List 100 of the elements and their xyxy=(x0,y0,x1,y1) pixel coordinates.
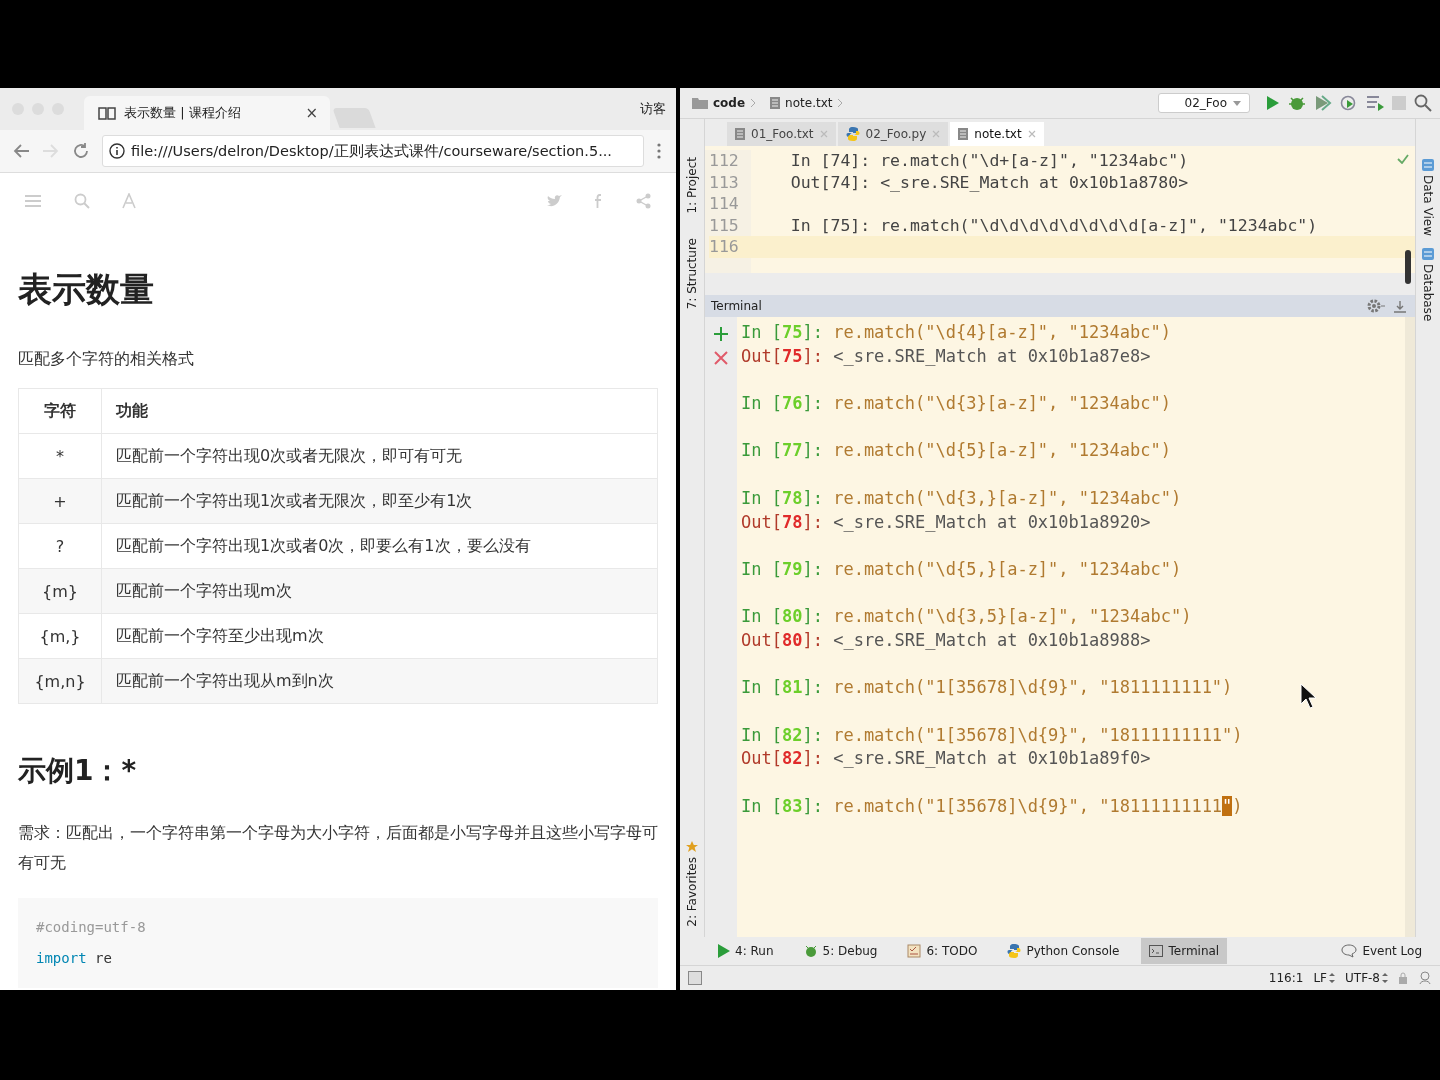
layout-icon[interactable] xyxy=(688,971,702,985)
list-run-icon[interactable] xyxy=(1366,95,1384,111)
run-icon[interactable] xyxy=(1266,95,1280,111)
table-cell: 匹配前一个字符出现从m到n次 xyxy=(101,658,658,704)
database-icon xyxy=(1422,247,1434,260)
table-cell: 匹配前一个字符出现0次或者无限次，即可有可无 xyxy=(101,433,658,479)
tool-window-button[interactable]: 1: Project xyxy=(685,157,699,214)
profile-button[interactable]: 访客 xyxy=(640,100,666,118)
bug-icon[interactable] xyxy=(1288,94,1306,112)
cursor-position[interactable]: 116:1 xyxy=(1268,971,1304,985)
prompt: In [76]: xyxy=(741,393,823,414)
tool-window-button[interactable]: Database xyxy=(1421,247,1435,322)
code-line: <_sre.SRE_Match at 0x10b1a89f0> xyxy=(833,748,1151,769)
line-separator-selector[interactable]: LF xyxy=(1313,971,1335,985)
event-log-button[interactable]: Event Log xyxy=(1333,938,1430,964)
column-header: 字符 xyxy=(18,388,102,434)
lock-icon[interactable] xyxy=(1398,972,1408,984)
tool-window-tab[interactable]: Python Console xyxy=(999,938,1128,964)
page-heading: 表示数量 xyxy=(18,268,155,311)
profiler-icon[interactable] xyxy=(1340,94,1358,112)
code-line: re.match("\d{4}[a-z]", "1234abc") xyxy=(833,322,1171,342)
updown-icon xyxy=(1382,973,1388,983)
prompt: Out[78]: xyxy=(741,511,823,532)
table-cell: {m,n} xyxy=(18,658,102,704)
checkmark-icon xyxy=(1397,154,1409,164)
encoding-selector[interactable]: UTF-8 xyxy=(1345,971,1388,985)
tool-window-tab[interactable]: 5: Debug xyxy=(795,938,886,964)
close-icon[interactable] xyxy=(1027,130,1036,138)
font-icon[interactable] xyxy=(122,193,136,209)
star-icon xyxy=(686,841,698,854)
prompt: In [82]: xyxy=(741,724,823,745)
editor-tab[interactable]: 02_Foo.py xyxy=(837,122,949,146)
prompt: Out[82]: xyxy=(741,748,823,769)
browser-tab[interactable]: 表示数量 | 课程介绍 × xyxy=(84,96,330,130)
info-icon xyxy=(109,143,125,159)
list-icon[interactable] xyxy=(24,194,42,208)
code-line: <_sre.SRE_Match at 0x10b1a8988> xyxy=(833,629,1151,650)
inspector-icon[interactable] xyxy=(1418,971,1432,985)
table-cell: {m,} xyxy=(18,613,102,659)
updown-icon xyxy=(1329,973,1335,983)
back-icon[interactable] xyxy=(12,143,30,159)
plus-icon[interactable] xyxy=(714,327,728,341)
tool-window-button[interactable]: Data View xyxy=(1421,159,1435,236)
code-line: re.match("\d{3,5}[a-z]", "1234abc") xyxy=(833,606,1192,627)
close-button[interactable]: × xyxy=(305,104,318,122)
f-logo-icon[interactable] xyxy=(594,193,604,209)
code-line: re.match("\d{3}[a-z]", "1234abc") xyxy=(833,393,1171,414)
code-line: In [75]: re.match("\d\d\d\d\d\d\d\d[a-z]", "1234abc") xyxy=(789,215,1318,235)
editor-tab[interactable]: 01_Foo.txt xyxy=(727,122,836,146)
bird-icon[interactable] xyxy=(546,194,562,208)
prompt: In [80]: xyxy=(741,606,823,627)
prompt: In [79]: xyxy=(741,558,823,579)
database-icon xyxy=(1422,159,1434,171)
book-icon xyxy=(98,106,116,120)
tool-window-tab[interactable]: 4: Run xyxy=(710,938,782,964)
reload-icon[interactable] xyxy=(72,142,90,160)
coverage-icon[interactable] xyxy=(1314,94,1332,112)
mouse-pointer-icon xyxy=(1300,683,1316,709)
close-icon[interactable] xyxy=(932,130,941,138)
bug-icon xyxy=(803,944,818,958)
editor-tab[interactable]: note.txt xyxy=(950,122,1044,146)
code-line: re.match("\d{5}[a-z]", "1234abc") xyxy=(833,440,1171,461)
tool-window-tab[interactable]: 6: TODO xyxy=(899,938,986,964)
tool-window-button[interactable]: 7: Structure xyxy=(685,237,699,309)
prompt: In [78]: xyxy=(741,487,823,508)
column-header: 功能 xyxy=(101,388,658,434)
tool-window-tab[interactable]: Terminal xyxy=(1141,938,1228,964)
text-file-icon xyxy=(735,128,745,140)
scrollbar-thumb[interactable] xyxy=(1405,250,1411,284)
menu-icon[interactable] xyxy=(656,142,662,160)
run-configuration-dropdown[interactable]: 02_Foo xyxy=(1157,93,1250,113)
code-line: In [74]: re.match("\d+[a-z]", "1234abc") xyxy=(789,151,1189,170)
close-icon[interactable] xyxy=(819,130,828,138)
breadcrumb-item[interactable]: note.txt xyxy=(785,96,833,110)
caret-icon xyxy=(1233,100,1241,106)
search-icon[interactable] xyxy=(1414,94,1432,112)
chevron-icon xyxy=(750,98,757,108)
prompt: In [77]: xyxy=(741,440,823,461)
gear-icon[interactable] xyxy=(1367,299,1385,313)
address-bar[interactable]: file:///Users/delron/Desktop/正则表达式课件/courseware/section.5... xyxy=(102,135,644,167)
table-cell: {m} xyxy=(18,568,102,614)
run-icon xyxy=(718,944,730,958)
folder-icon xyxy=(692,97,708,109)
share-icon[interactable] xyxy=(636,193,652,209)
chevron-icon xyxy=(837,98,844,108)
python-icon xyxy=(1007,944,1022,958)
code-comment: #coding=utf-8 xyxy=(36,919,146,935)
line-number: 114 xyxy=(709,193,740,215)
table-cell: 匹配前一个字符至少出现m次 xyxy=(101,613,658,659)
file-icon xyxy=(770,97,781,109)
code-text: re xyxy=(95,950,112,966)
code-line: Out[74]: <_sre.SRE_Match at 0x10b1a8780> xyxy=(789,172,1189,192)
close-icon[interactable] xyxy=(714,351,728,365)
code-line: <_sre.SRE_Match at 0x10b1a87e8> xyxy=(833,345,1151,366)
tool-window-button[interactable]: 2: Favorites xyxy=(685,841,699,927)
paragraph: 需求：匹配出，一个字符串第一个字母为大小字符，后面都是小写字母并且这些小写字母可有可无 xyxy=(18,822,658,874)
breadcrumb-item[interactable]: code xyxy=(713,96,746,110)
hide-icon[interactable] xyxy=(1393,299,1407,313)
prompt: In [83]: xyxy=(741,795,823,816)
code-keyword: import xyxy=(36,950,87,966)
